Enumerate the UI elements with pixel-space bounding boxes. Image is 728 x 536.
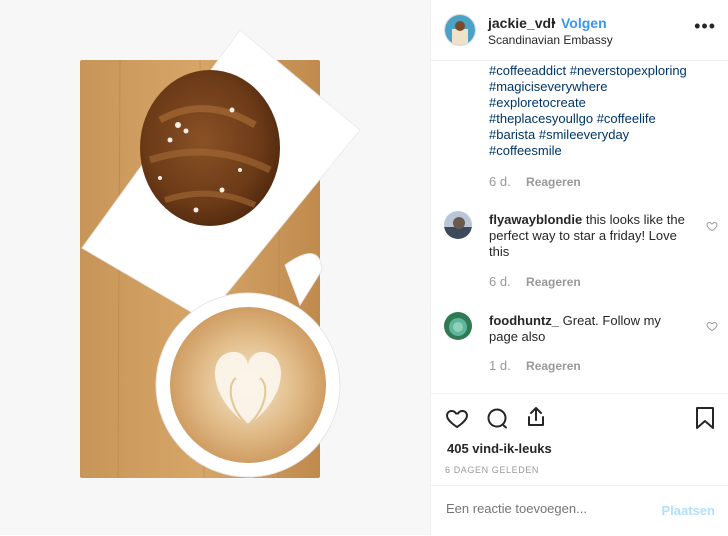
more-options-icon[interactable]: •••: [694, 16, 716, 37]
caption-time[interactable]: 6 d.: [489, 174, 511, 189]
separator-dot: •: [551, 14, 556, 30]
avatar-image: [445, 15, 475, 45]
reply-button[interactable]: Reageren: [526, 275, 581, 289]
post-header: jackie_vdl • Volgen Scandinavian Embassy…: [431, 0, 728, 61]
comment: flyawayblondie this looks like the perfe…: [489, 212, 689, 260]
post-username[interactable]: jackie_vdl: [488, 15, 555, 31]
caption-hashtags: #coffeeaddict #neverstopexploring #magic…: [489, 63, 714, 159]
avatar[interactable]: [444, 312, 472, 340]
add-comment-bar: Plaatsen: [431, 485, 728, 536]
instagram-post-modal: jackie_vdl • Volgen Scandinavian Embassy…: [0, 0, 728, 535]
hashtag-line[interactable]: #coffeesmile: [489, 143, 714, 159]
follow-button[interactable]: Volgen: [561, 15, 607, 31]
like-comment-heart-icon[interactable]: [706, 220, 718, 232]
post-location[interactable]: Scandinavian Embassy: [488, 33, 613, 47]
hashtag-line[interactable]: #coffeeaddict #neverstopexploring: [489, 63, 714, 79]
hashtag-line[interactable]: #barista #smileeveryday: [489, 127, 714, 143]
bookmark-icon[interactable]: [694, 406, 716, 430]
comment-time[interactable]: 1 d.: [489, 358, 511, 373]
hashtag-line[interactable]: #magiciseverywhere: [489, 79, 714, 95]
comment-icon[interactable]: [485, 406, 509, 430]
avatar[interactable]: [444, 14, 476, 46]
post-comment-button[interactable]: Plaatsen: [662, 503, 715, 518]
reply-button[interactable]: Reageren: [526, 359, 581, 373]
like-comment-heart-icon[interactable]: [706, 320, 718, 332]
avatar[interactable]: [444, 211, 472, 239]
comment-input[interactable]: [446, 501, 646, 516]
post-details-panel: jackie_vdl • Volgen Scandinavian Embassy…: [430, 0, 728, 535]
comment-username[interactable]: flyawayblondie: [489, 212, 582, 227]
likes-count[interactable]: 405 vind-ik-leuks: [447, 441, 552, 456]
commenter-avatar-image: [444, 211, 472, 239]
comment-meta: 1 d. Reageren: [489, 358, 581, 373]
comment-username[interactable]: foodhuntz_: [489, 313, 559, 328]
post-photo[interactable]: [0, 0, 430, 535]
hashtag-line[interactable]: #theplacesyoullgo #coffeelife: [489, 111, 714, 127]
reply-button[interactable]: Reageren: [526, 175, 581, 189]
heart-icon[interactable]: [445, 406, 469, 430]
hashtag-line[interactable]: #exploretocreate: [489, 95, 714, 111]
comment-meta: 6 d. Reageren: [489, 274, 581, 289]
commenter-avatar-image: [444, 312, 472, 340]
post-date[interactable]: 6 DAGEN GELEDEN: [445, 465, 539, 475]
caption-meta: 6 d. Reageren: [489, 174, 581, 189]
comment: foodhuntz_ Great. Follow my page also: [489, 313, 689, 345]
comment-time[interactable]: 6 d.: [489, 274, 511, 289]
share-icon[interactable]: [524, 405, 548, 429]
coffee-bun-image: [0, 0, 430, 535]
